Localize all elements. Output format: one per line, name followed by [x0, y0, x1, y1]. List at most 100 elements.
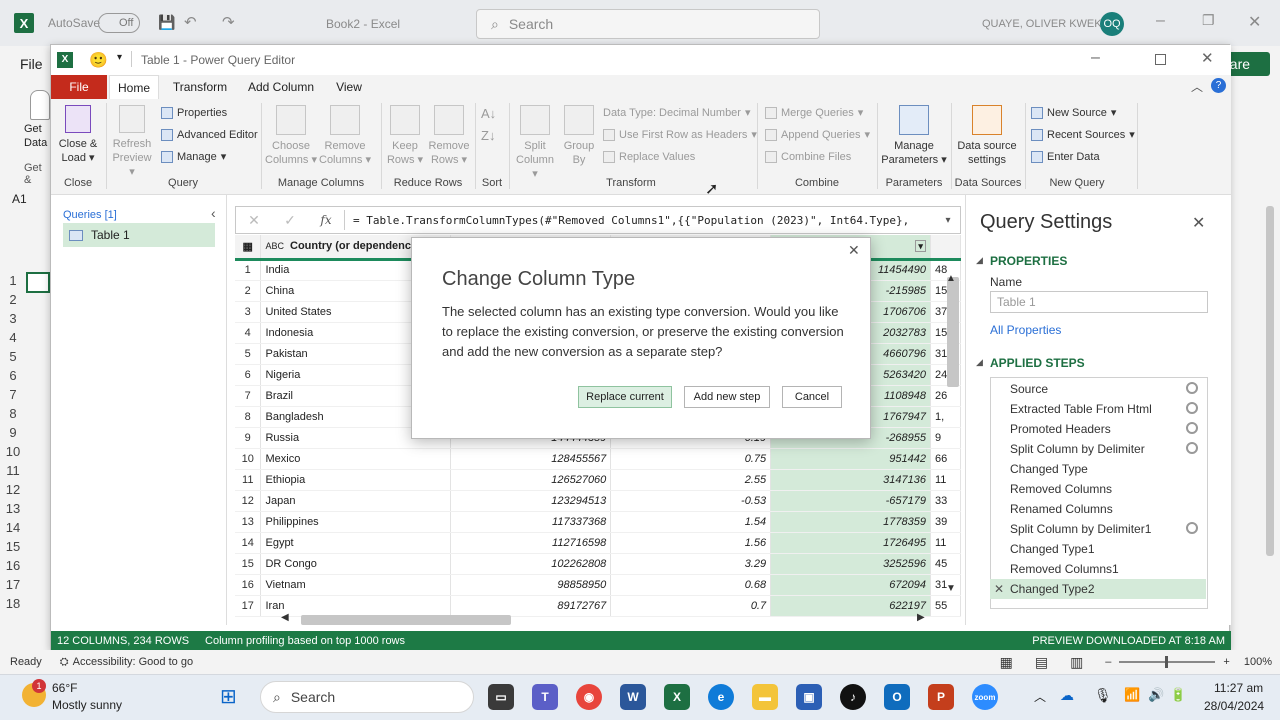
close-settings-icon[interactable]: ✕	[1192, 213, 1205, 233]
scroll-down-icon[interactable]: ▼	[946, 583, 956, 594]
extra-cell[interactable]: 66	[930, 448, 961, 470]
column-filter-icon[interactable]: ▾	[915, 240, 926, 253]
excel-row-number[interactable]: 3	[0, 308, 26, 329]
add-new-step-button[interactable]: Add new step	[684, 386, 770, 408]
file-explorer-icon[interactable]: ▬	[752, 684, 778, 710]
tiktok-icon[interactable]: ♪	[840, 684, 866, 710]
enter-data-button[interactable]: Enter Data	[1031, 147, 1100, 167]
edge-icon[interactable]: e	[708, 684, 734, 710]
extra-cell[interactable]: 45	[930, 553, 961, 575]
zoom-level[interactable]: 100%	[1244, 656, 1272, 668]
row-index[interactable]: 17	[235, 595, 262, 617]
query-name-input[interactable]: Table 1	[990, 291, 1208, 313]
excel-row-number[interactable]: 5	[0, 346, 26, 367]
excel-row-number[interactable]: 14	[0, 517, 26, 538]
word-icon[interactable]: W	[620, 684, 646, 710]
status-profiling[interactable]: Column profiling based on top 1000 rows	[205, 635, 405, 647]
pq-maximize-icon[interactable]	[1155, 54, 1166, 65]
scroll-left-icon[interactable]: ◀	[281, 612, 289, 623]
expand-formula-icon[interactable]: ▾	[936, 215, 960, 226]
delete-step-icon[interactable]: ✕	[994, 579, 1004, 599]
column-header-extra[interactable]	[930, 235, 961, 261]
table-row[interactable]: 14 Egypt 112716598 1.56 1726495 11	[235, 532, 961, 554]
remove-rows-button[interactable]: Remove Rows ▾	[427, 105, 471, 167]
excel-row-number[interactable]: 6	[0, 365, 26, 386]
page-layout-icon[interactable]: ▤	[1035, 654, 1048, 671]
net-change-cell[interactable]: 1726495	[770, 532, 931, 554]
extra-cell[interactable]: 39	[930, 511, 961, 533]
population-cell[interactable]: 128455567	[450, 448, 612, 470]
mic-icon[interactable]: 🎙	[1094, 687, 1112, 704]
step-settings-gear-icon[interactable]	[1186, 522, 1198, 534]
row-index[interactable]: 1	[235, 259, 262, 281]
row-index[interactable]: 7	[235, 385, 262, 407]
column-type-icon[interactable]: ABC	[265, 241, 284, 251]
tab-home[interactable]: Home	[109, 75, 159, 99]
excel-row-number[interactable]: 12	[0, 479, 26, 500]
clock-time[interactable]: 11:27 am	[1214, 681, 1263, 695]
properties-button[interactable]: Properties	[161, 103, 227, 123]
table-row[interactable]: 11 Ethiopia 126527060 2.55 3147136 11	[235, 469, 961, 491]
row-index[interactable]: 12	[235, 490, 262, 512]
excel-row-number[interactable]: 17	[0, 574, 26, 595]
step-settings-gear-icon[interactable]	[1186, 422, 1198, 434]
new-source-button[interactable]: New Source ▾	[1031, 103, 1116, 123]
country-cell[interactable]: Philippines	[260, 511, 452, 533]
clock-date[interactable]: 28/04/2024	[1204, 699, 1264, 713]
applied-step[interactable]: Source	[990, 379, 1206, 399]
collapse-queries-icon[interactable]: ‹	[211, 205, 216, 221]
table-row[interactable]: 15 DR Congo 102262808 3.29 3252596 45	[235, 553, 961, 575]
replace-values-button[interactable]: Replace Values	[603, 147, 695, 167]
wifi-icon[interactable]: 📶	[1124, 687, 1140, 703]
zoom-app-icon[interactable]: zoom	[972, 684, 998, 710]
zoom-in-icon[interactable]: +	[1223, 656, 1229, 668]
manage-parameters-button[interactable]: Manage Parameters ▾	[881, 105, 947, 167]
active-cell[interactable]	[26, 272, 50, 293]
country-cell[interactable]: Iran	[260, 595, 452, 617]
page-break-icon[interactable]: ▥	[1070, 654, 1083, 671]
volume-icon[interactable]: 🔊	[1148, 687, 1164, 703]
net-change-cell[interactable]: 3252596	[770, 553, 931, 575]
applied-step[interactable]: Changed Type	[990, 459, 1206, 479]
applied-step[interactable]: Removed Columns1	[990, 559, 1206, 579]
all-properties-link[interactable]: All Properties	[990, 323, 1061, 337]
change-cell[interactable]: 2.55	[610, 469, 772, 491]
row-index[interactable]: 5	[235, 343, 262, 365]
applied-step[interactable]: Extracted Table From Html	[990, 399, 1206, 419]
country-cell[interactable]: Vietnam	[260, 574, 452, 596]
data-type-dropdown[interactable]: Data Type: Decimal Number ▾	[603, 103, 751, 123]
zoom-out-icon[interactable]: –	[1105, 656, 1111, 668]
teams-icon[interactable]: T	[532, 684, 558, 710]
table-row[interactable]: 13 Philippines 117337368 1.54 1778359 39	[235, 511, 961, 533]
grid-hscrollbar[interactable]	[301, 615, 511, 625]
row-index[interactable]: 11	[235, 469, 262, 491]
excel-row-number[interactable]: 11	[0, 460, 26, 481]
qat-dropdown-icon[interactable]: ▾	[117, 52, 122, 63]
change-cell[interactable]: -0.53	[610, 490, 772, 512]
merge-queries-button[interactable]: Merge Queries ▾	[765, 103, 863, 123]
collapse-ribbon-icon[interactable]: ︿	[1191, 78, 1203, 95]
zoom-thumb[interactable]	[1165, 656, 1169, 668]
accessibility-status[interactable]: Accessibility: Good to go	[73, 656, 193, 668]
sort-ascending-icon[interactable]: A↓	[481, 107, 496, 121]
manage-button[interactable]: Manage ▾	[161, 147, 226, 167]
close-load-button[interactable]: Close & Load ▾	[55, 105, 101, 165]
group-by-button[interactable]: Group By	[559, 105, 599, 167]
net-change-cell[interactable]: 951442	[770, 448, 931, 470]
extra-cell[interactable]: 11	[930, 532, 961, 554]
population-cell[interactable]: 126527060	[450, 469, 612, 491]
net-change-cell[interactable]: 1778359	[770, 511, 931, 533]
row-index[interactable]: 13	[235, 511, 262, 533]
excel-row-number[interactable]: 2	[0, 289, 26, 310]
advanced-editor-button[interactable]: Advanced Editor	[161, 125, 258, 145]
commit-formula-icon[interactable]: ✓	[272, 212, 308, 229]
smiley-icon[interactable]: 🙂	[89, 51, 108, 69]
query-item-table1[interactable]: Table 1	[63, 223, 215, 247]
excel-scrollbar[interactable]	[1266, 206, 1274, 556]
row-index[interactable]: 6	[235, 364, 262, 386]
change-cell[interactable]: 0.68	[610, 574, 772, 596]
help-icon[interactable]: ?	[1211, 78, 1226, 93]
excel-row-number[interactable]: 9	[0, 422, 26, 443]
keep-rows-button[interactable]: Keep Rows ▾	[385, 105, 425, 167]
net-change-cell[interactable]: 622197	[770, 595, 931, 617]
